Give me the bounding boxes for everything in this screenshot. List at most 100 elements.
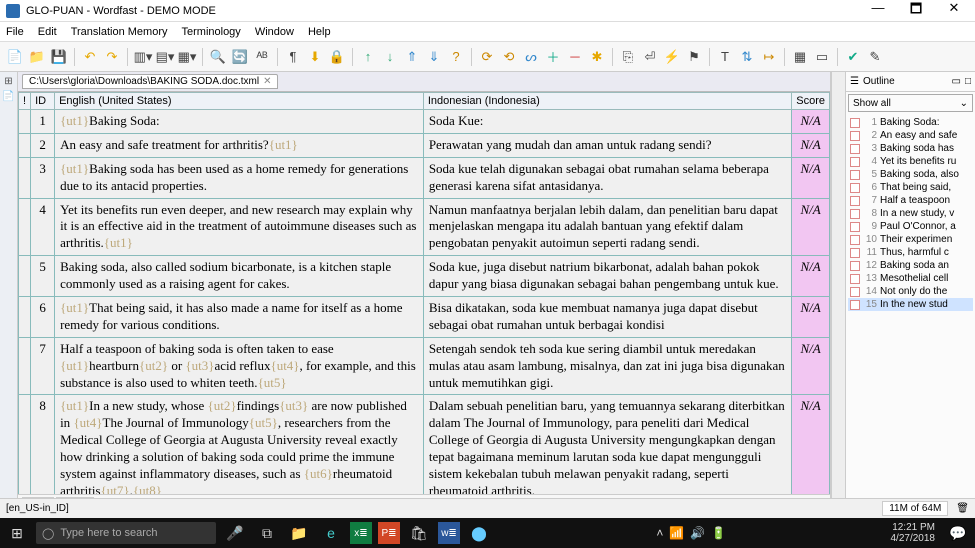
tray-up-icon[interactable]: ˄	[656, 526, 663, 540]
table-row[interactable]: 4Yet its benefits run even deeper, and n…	[19, 198, 830, 256]
table-row[interactable]: 3{ut1}Baking soda has been used as a hom…	[19, 157, 830, 198]
menu-tm[interactable]: Translation Memory	[71, 26, 168, 38]
table-row[interactable]: 7Half a teaspoon of baking soda is often…	[19, 337, 830, 395]
outline-item[interactable]: 15In the new stud	[848, 298, 973, 311]
row-target[interactable]: Soda kue telah digunakan sebagai obat ru…	[423, 157, 791, 198]
explorer-icon[interactable]: 📁	[286, 520, 312, 546]
table-row[interactable]: 5Baking soda, also called sodium bicarbo…	[19, 256, 830, 297]
mic-icon[interactable]: 🎤	[222, 520, 248, 546]
file-tab[interactable]: C:\Users\gloria\Downloads\BAKING SODA.do…	[22, 74, 278, 89]
start-button[interactable]: ⊞	[4, 520, 30, 546]
file-tab-close-icon[interactable]: ✕	[263, 76, 271, 87]
row-source[interactable]: {ut1}Baking soda has been used as a home…	[55, 157, 424, 198]
row-source[interactable]: {ut1}Baking Soda:	[55, 110, 424, 134]
plus-icon[interactable]: ＋	[544, 48, 562, 66]
row-source[interactable]: Half a teaspoon of baking soda is often …	[55, 337, 424, 395]
outline-item[interactable]: 8In a new study, v	[848, 207, 973, 220]
grid-icon[interactable]: ▦	[791, 48, 809, 66]
row-target[interactable]: Dalam sebuah penelitian baru, yang temua…	[423, 395, 791, 494]
outline-item[interactable]: 5Baking soda, also	[848, 168, 973, 181]
row-source[interactable]: {ut1}That being said, it has also made a…	[55, 297, 424, 338]
outline-max-icon[interactable]: □	[965, 76, 971, 87]
spell-icon[interactable]: ᴬᴮ	[253, 48, 271, 66]
trash-icon[interactable]: 🗑	[956, 503, 969, 514]
tray-clock[interactable]: 12:21 PM 4/27/2018	[891, 522, 940, 544]
gutter-doc-icon[interactable]: 📄	[2, 91, 14, 102]
tray-battery-icon[interactable]: 🔋	[711, 526, 726, 540]
menu-file[interactable]: File	[6, 26, 24, 38]
outline-item[interactable]: 3Baking soda has	[848, 142, 973, 155]
tm-lookup-icon[interactable]: ᔕ	[522, 48, 540, 66]
replace-icon[interactable]: 🔄	[231, 48, 249, 66]
redo-icon[interactable]: ↷	[103, 48, 121, 66]
minus-icon[interactable]: －	[566, 48, 584, 66]
star-icon[interactable]: ✱	[588, 48, 606, 66]
refresh-icon[interactable]: ⟳	[478, 48, 496, 66]
outline-item[interactable]: 4Yet its benefits ru	[848, 155, 973, 168]
powerpoint-icon[interactable]: P≣	[378, 522, 400, 544]
undo-icon[interactable]: ↶	[81, 48, 99, 66]
layout3-icon[interactable]: ▦▾	[178, 48, 196, 66]
menu-window[interactable]: Window	[255, 26, 294, 38]
menu-edit[interactable]: Edit	[38, 26, 57, 38]
layout2-icon[interactable]: ▤▾	[156, 48, 174, 66]
table-row[interactable]: 1{ut1}Baking Soda:Soda Kue:N/A	[19, 110, 830, 134]
panel-icon[interactable]: ▭	[813, 48, 831, 66]
vertical-scrollbar[interactable]	[831, 72, 845, 512]
copy-src-icon[interactable]: ⎘	[619, 48, 637, 66]
outline-item[interactable]: 2An easy and safe	[848, 129, 973, 142]
menu-terminology[interactable]: Terminology	[182, 26, 241, 38]
col-id[interactable]: ID	[31, 93, 55, 110]
row-source[interactable]: {ut1}In a new study, whose {ut2}findings…	[55, 395, 424, 494]
outline-item[interactable]: 12Baking soda an	[848, 259, 973, 272]
row-target[interactable]: Perawatan yang mudah dan aman untuk rada…	[423, 133, 791, 157]
row-source[interactable]: Baking soda, also called sodium bicarbon…	[55, 256, 424, 297]
lock-icon[interactable]: 🔒	[328, 48, 346, 66]
row-source[interactable]: An easy and safe treatment for arthritis…	[55, 133, 424, 157]
table-row[interactable]: 6{ut1}That being said, it has also made …	[19, 297, 830, 338]
col-score[interactable]: Score	[792, 93, 830, 110]
new-icon[interactable]: 📄	[6, 48, 24, 66]
goto-icon[interactable]: ↦	[760, 48, 778, 66]
outline-item[interactable]: 13Mesothelial cell	[848, 272, 973, 285]
prev-seg-icon[interactable]: ↑	[359, 48, 377, 66]
col-flag[interactable]: !	[19, 93, 31, 110]
check-icon[interactable]: ✔	[844, 48, 862, 66]
store-icon[interactable]: 🛍	[406, 520, 432, 546]
outline-item[interactable]: 14Not only do the	[848, 285, 973, 298]
open-icon[interactable]: 📁	[28, 48, 46, 66]
outline-item[interactable]: 6That being said,	[848, 181, 973, 194]
col-source[interactable]: English (United States)	[55, 93, 424, 110]
row-target[interactable]: Namun manfaatnya berjalan lebih dalam, d…	[423, 198, 791, 256]
find-icon[interactable]: 🔍	[209, 48, 227, 66]
last-icon[interactable]: ⇓	[425, 48, 443, 66]
tray-network-icon[interactable]: 📶	[669, 526, 684, 540]
close-button[interactable]: ✕	[939, 0, 969, 22]
tray-volume-icon[interactable]: 🔊	[690, 526, 705, 540]
outline-item[interactable]: 7Half a teaspoon	[848, 194, 973, 207]
commit-icon[interactable]: ⏎	[641, 48, 659, 66]
table-row[interactable]: 2An easy and safe treatment for arthriti…	[19, 133, 830, 157]
row-target[interactable]: Bisa dikatakan, soda kue membuat namanya…	[423, 297, 791, 338]
notifications-icon[interactable]: 💬	[945, 520, 971, 546]
bolt-icon[interactable]: ⚡	[663, 48, 681, 66]
table-row[interactable]: 8{ut1}In a new study, whose {ut2}finding…	[19, 395, 830, 494]
outline-item[interactable]: 10Their experimen	[848, 233, 973, 246]
taskbar-search[interactable]: ◯ Type here to search	[36, 522, 216, 544]
first-icon[interactable]: ⇑	[403, 48, 421, 66]
row-target[interactable]: Soda Kue:	[423, 110, 791, 134]
maximize-button[interactable]: 🗖	[901, 0, 931, 22]
question-icon[interactable]: ?	[447, 48, 465, 66]
taskview-icon[interactable]: ⧉	[254, 520, 280, 546]
note-icon[interactable]: ✎	[866, 48, 884, 66]
edge-icon[interactable]: e	[318, 520, 344, 546]
outline-item[interactable]: 1Baking Soda:	[848, 116, 973, 129]
menu-help[interactable]: Help	[308, 26, 331, 38]
save-icon[interactable]: 💾	[50, 48, 68, 66]
text-icon[interactable]: T	[716, 48, 734, 66]
outline-item[interactable]: 11Thus, harmful c	[848, 246, 973, 259]
layout1-icon[interactable]: ▥▾	[134, 48, 152, 66]
minimize-button[interactable]: —	[863, 0, 893, 22]
outline-filter-select[interactable]: Show all ⌄	[848, 94, 973, 112]
row-target[interactable]: Setengah sendok teh soda kue sering diam…	[423, 337, 791, 395]
